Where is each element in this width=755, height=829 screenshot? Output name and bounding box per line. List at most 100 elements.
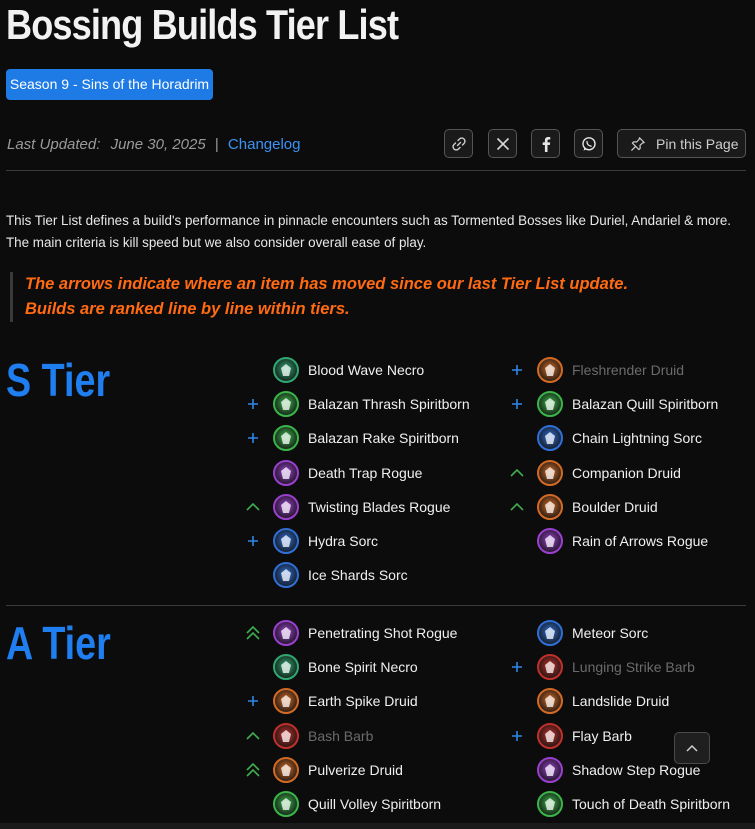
intro-line-2: The main criteria is kill speed but we a… — [6, 235, 427, 250]
moved-up-icon — [509, 465, 525, 481]
build-item[interactable]: Quill Volley Spiritborn — [273, 789, 441, 819]
barb-class-icon — [273, 722, 299, 749]
necro-emblem-icon — [281, 661, 291, 674]
share-whatsapp-button[interactable] — [574, 129, 603, 158]
pin-label: Pin this Page — [656, 135, 739, 152]
build-item[interactable]: Landslide Druid — [537, 686, 669, 716]
barb-class-icon — [537, 722, 563, 749]
build-name: Touch of Death Spiritborn — [572, 796, 730, 812]
build-item[interactable]: Earth Spike Druid — [273, 686, 418, 716]
druid-emblem-icon — [545, 364, 555, 376]
moved-up-icon — [245, 499, 261, 515]
necro-class-icon — [273, 357, 299, 383]
build-name: Rain of Arrows Rogue — [572, 533, 709, 549]
druid-emblem-icon — [281, 695, 291, 708]
build-item[interactable]: Death Trap Rogue — [273, 458, 422, 488]
build-name: Ice Shards Sorc — [308, 567, 408, 584]
barb-emblem-icon — [545, 661, 555, 674]
build-item[interactable]: Hydra Sorc — [273, 526, 378, 556]
build-name: Balazan Quill Spiritborn — [572, 396, 719, 413]
build-item[interactable]: Fleshrender Druid — [537, 355, 684, 385]
build-item[interactable]: Flay Barb — [537, 721, 632, 751]
build-name: Blood Wave Necro — [308, 362, 425, 378]
build-name: Boulder Druid — [572, 498, 658, 515]
new-build-plus-icon — [245, 396, 261, 412]
share-x-button[interactable] — [488, 129, 517, 158]
sorc-emblem-icon — [281, 535, 291, 547]
build-name: Pulverize Druid — [308, 761, 403, 778]
changelog-link[interactable]: Changelog — [228, 136, 301, 153]
new-build-plus-icon — [245, 533, 261, 549]
tier-title-s: S Tier — [6, 354, 111, 406]
druid-class-icon — [273, 688, 299, 715]
spiritborn-emblem-icon — [281, 798, 291, 810]
druid-emblem-icon — [545, 695, 555, 708]
build-item[interactable]: Bone Spirit Necro — [273, 652, 418, 682]
moved-up-icon — [509, 499, 525, 515]
new-build-plus-icon — [509, 659, 525, 675]
moved-up-double-icon — [245, 625, 261, 641]
sorc-emblem-icon — [281, 569, 291, 582]
build-item[interactable]: Meteor Sorc — [537, 618, 648, 648]
build-name: Death Trap Rogue — [308, 464, 423, 481]
spiritborn-class-icon — [273, 791, 299, 817]
build-item[interactable]: Chain Lightning Sorc — [537, 423, 702, 453]
rogue-class-icon — [537, 528, 563, 554]
moved-up-icon — [245, 728, 261, 744]
link-icon — [451, 136, 466, 151]
rogue-emblem-icon — [281, 500, 291, 513]
scroll-to-top-button[interactable] — [674, 732, 710, 764]
build-item[interactable]: Lunging Strike Barb — [537, 652, 695, 682]
build-item[interactable]: Companion Druid — [537, 458, 681, 488]
whatsapp-icon — [581, 136, 596, 151]
build-name: Bash Barb — [308, 727, 374, 744]
druid-emblem-icon — [545, 500, 555, 513]
build-item[interactable]: Twisting Blades Rogue — [273, 492, 450, 522]
spiritborn-class-icon — [537, 791, 563, 817]
moved-up-double-icon — [245, 762, 261, 778]
rogue-class-icon — [273, 620, 299, 646]
callout-bar — [10, 272, 13, 322]
druid-class-icon — [273, 756, 299, 783]
build-item[interactable]: Balazan Thrash Spiritborn — [273, 389, 470, 419]
build-item[interactable]: Ice Shards Sorc — [273, 560, 408, 590]
callout-line-2: Builds are ranked line by line within ti… — [25, 300, 350, 318]
build-item[interactable]: Touch of Death Spiritborn — [537, 789, 730, 819]
rogue-emblem-icon — [281, 627, 291, 639]
share-facebook-button[interactable] — [531, 129, 560, 158]
rogue-class-icon — [273, 459, 299, 486]
new-build-plus-icon — [245, 693, 261, 709]
build-item[interactable]: Blood Wave Necro — [273, 355, 424, 385]
build-item[interactable]: Rain of Arrows Rogue — [537, 526, 708, 556]
rogue-class-icon — [537, 756, 563, 783]
new-build-plus-icon — [509, 728, 525, 744]
copy-link-button[interactable] — [444, 129, 473, 158]
pin-page-button[interactable]: Pin this Page — [617, 129, 746, 158]
x-icon — [496, 137, 509, 150]
druid-class-icon — [537, 357, 563, 383]
meta-row: Last Updated: June 30, 2025 | Changelog — [7, 135, 300, 155]
necro-emblem-icon — [281, 364, 291, 376]
druid-emblem-icon — [545, 466, 555, 479]
build-name: Meteor Sorc — [572, 625, 649, 641]
build-name: Penetrating Shot Rogue — [308, 625, 458, 641]
build-item[interactable]: Pulverize Druid — [273, 755, 403, 785]
intro-line-1: This Tier List defines a build's perform… — [6, 213, 732, 228]
build-item[interactable]: Balazan Quill Spiritborn — [537, 389, 718, 419]
new-build-plus-icon — [245, 430, 261, 446]
build-name: Earth Spike Druid — [308, 693, 418, 710]
spiritborn-emblem-icon — [545, 798, 555, 810]
build-item[interactable]: Balazan Rake Spiritborn — [273, 423, 459, 453]
build-item[interactable]: Boulder Druid — [537, 492, 658, 522]
build-name: Flay Barb — [572, 727, 632, 744]
header-divider — [6, 170, 746, 171]
sorc-class-icon — [273, 562, 299, 589]
build-item[interactable]: Bash Barb — [273, 721, 373, 751]
tier-divider — [6, 605, 746, 606]
barb-class-icon — [537, 654, 563, 681]
build-item[interactable]: Penetrating Shot Rogue — [273, 618, 457, 648]
facebook-icon — [542, 136, 550, 152]
spiritborn-class-icon — [537, 391, 563, 418]
season-badge[interactable]: Season 9 - Sins of the Horadrim — [6, 69, 213, 100]
druid-class-icon — [537, 688, 563, 715]
